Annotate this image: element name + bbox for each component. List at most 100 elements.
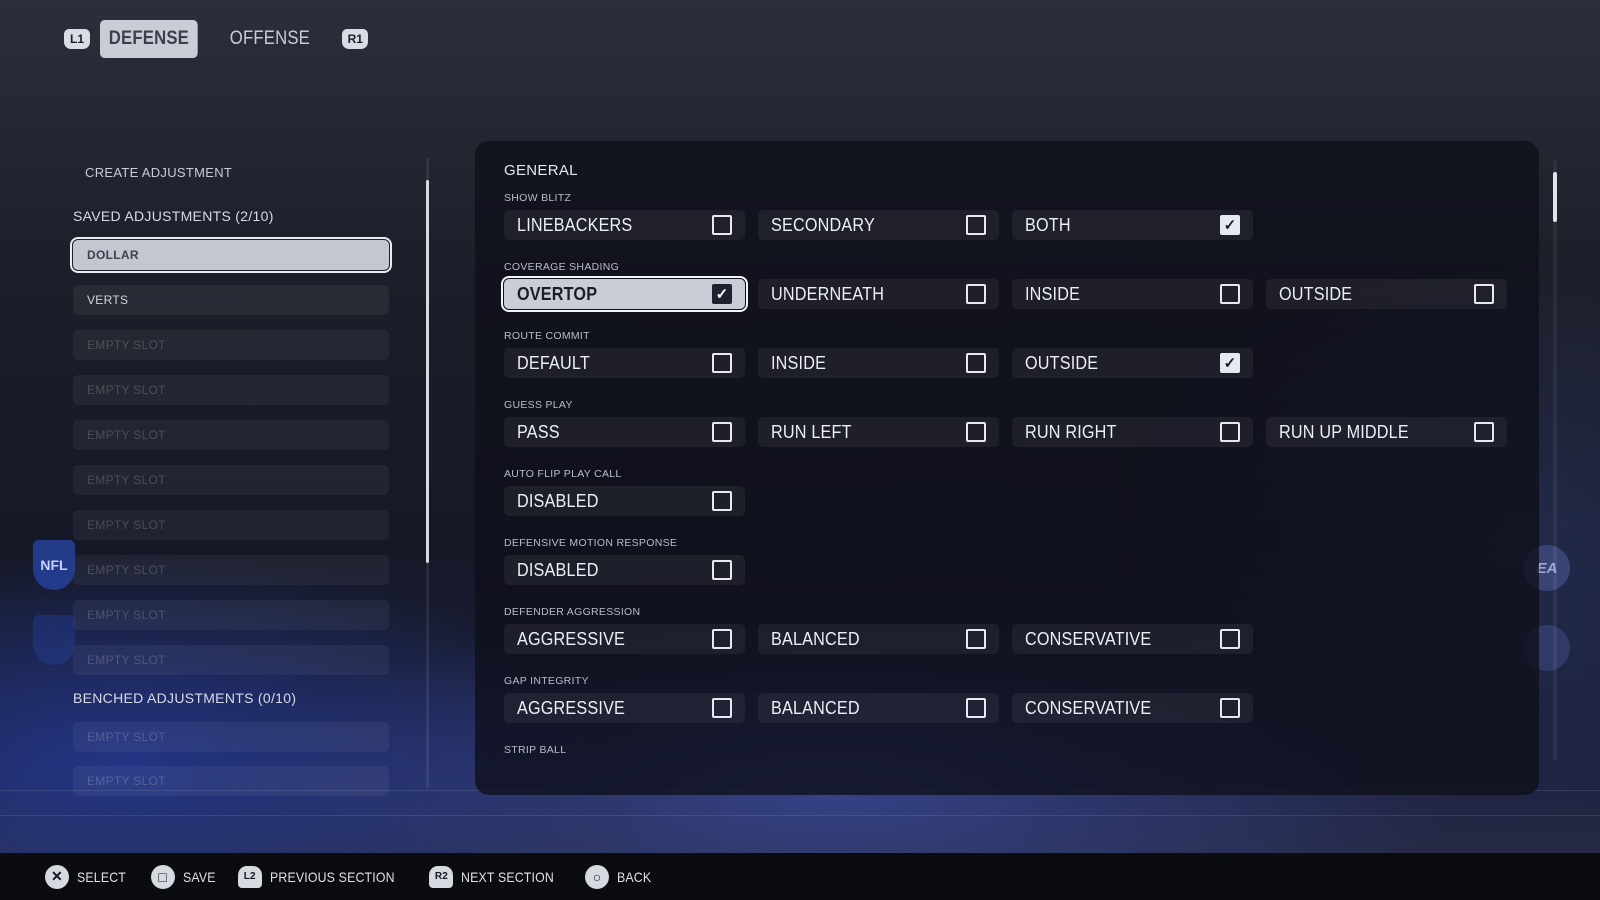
saved-slot-empty[interactable]: EMPTY SLOT [73, 510, 389, 540]
option-label: DISABLED [517, 490, 599, 511]
sidebar-scrollbar-thumb[interactable] [426, 180, 429, 563]
r2-trigger-icon: R2 [429, 865, 454, 888]
saved-slot-empty[interactable]: EMPTY SLOT [73, 645, 389, 675]
hint-label: SELECT [77, 868, 126, 885]
benched-slot-empty[interactable]: EMPTY SLOT [73, 722, 389, 752]
option-show-blitz-both[interactable]: BOTH ✓ [1012, 210, 1253, 240]
hint-label: NEXT SECTION [461, 868, 555, 885]
group-label-route-commit: ROUTE COMMIT [504, 330, 590, 342]
hint-next-section[interactable]: R2 NEXT SECTION [429, 865, 567, 888]
option-coverage-shading-outside[interactable]: OUTSIDE [1266, 279, 1507, 309]
option-label: RUN UP MIDDLE [1279, 421, 1409, 442]
checkbox-icon[interactable] [1220, 698, 1240, 718]
option-gap-integrity-balanced[interactable]: BALANCED [758, 693, 999, 723]
option-gap-integrity-conservative[interactable]: CONSERVATIVE [1012, 693, 1253, 723]
checkbox-icon[interactable] [966, 422, 986, 442]
checkbox-icon[interactable] [1220, 422, 1240, 442]
checkbox-icon[interactable] [966, 698, 986, 718]
hint-select[interactable]: ✕ SELECT [45, 864, 133, 889]
saved-slot-empty[interactable]: EMPTY SLOT [73, 330, 389, 360]
checkbox-icon[interactable] [1220, 629, 1240, 649]
option-defender-aggression-conservative[interactable]: CONSERVATIVE [1012, 624, 1253, 654]
group-label-strip-ball: STRIP BALL [504, 744, 567, 756]
checkbox-icon[interactable] [966, 629, 986, 649]
checkbox-icon[interactable] [712, 698, 732, 718]
option-show-blitz-secondary[interactable]: SECONDARY [758, 210, 999, 240]
checkbox-icon[interactable] [1474, 284, 1494, 304]
benched-slot-empty[interactable]: EMPTY SLOT [73, 766, 389, 796]
panel-scrollbar-thumb[interactable] [1553, 172, 1557, 222]
option-defensive-motion-response-disabled[interactable]: DISABLED [504, 555, 745, 585]
option-label: AGGRESSIVE [517, 697, 626, 718]
checkbox-icon[interactable] [712, 422, 732, 442]
group-label-gap-integrity: GAP INTEGRITY [504, 675, 589, 687]
option-guess-play-run-up-middle[interactable]: RUN UP MIDDLE [1266, 417, 1507, 447]
saved-slot-verts[interactable]: VERTS [73, 285, 389, 315]
option-guess-play-run-right[interactable]: RUN RIGHT [1012, 417, 1253, 447]
option-defender-aggression-aggressive[interactable]: AGGRESSIVE [504, 624, 745, 654]
group-label-coverage-shading: COVERAGE SHADING [504, 261, 620, 273]
checkbox-icon[interactable] [712, 215, 732, 235]
create-adjustment-button[interactable]: CREATE ADJUSTMENT [85, 165, 232, 180]
top-tab-bar: L1 DEFENSE OFFENSE R1 [64, 20, 369, 58]
hint-label: BACK [617, 868, 652, 885]
checkbox-icon[interactable] [712, 629, 732, 649]
nfl-logo-reflection [33, 615, 75, 665]
circle-button-icon: ○ [585, 864, 610, 889]
tab-defense[interactable]: DEFENSE [100, 20, 198, 58]
checkbox-icon[interactable] [966, 353, 986, 373]
hint-previous-section[interactable]: L2 PREVIOUS SECTION [237, 865, 412, 888]
option-route-commit-inside[interactable]: INSIDE [758, 348, 999, 378]
option-show-blitz-linebackers[interactable]: LINEBACKERS [504, 210, 745, 240]
adjustments-sidebar: CREATE ADJUSTMENT SAVED ADJUSTMENTS (2/1… [70, 155, 400, 800]
saved-adjustments-heading: SAVED ADJUSTMENTS (2/10) [73, 208, 274, 224]
option-label: DEFAULT [517, 352, 590, 373]
option-label: UNDERNEATH [771, 283, 885, 304]
saved-slot-empty[interactable]: EMPTY SLOT [73, 465, 389, 495]
option-guess-play-run-left[interactable]: RUN LEFT [758, 417, 999, 447]
checkbox-icon[interactable] [712, 353, 732, 373]
tab-offense[interactable]: OFFENSE [221, 20, 319, 58]
saved-slot-empty[interactable]: EMPTY SLOT [73, 420, 389, 450]
l1-bumper-icon[interactable]: L1 [64, 29, 90, 49]
checkbox-icon[interactable] [966, 284, 986, 304]
checkbox-checked-icon[interactable]: ✓ [712, 284, 732, 304]
option-route-commit-outside[interactable]: OUTSIDE ✓ [1012, 348, 1253, 378]
option-route-commit-default[interactable]: DEFAULT [504, 348, 745, 378]
benched-adjustments-heading: BENCHED ADJUSTMENTS (0/10) [73, 690, 297, 706]
hint-save[interactable]: □ SAVE [150, 864, 220, 889]
checkbox-checked-icon[interactable]: ✓ [1220, 215, 1240, 235]
saved-slot-empty[interactable]: EMPTY SLOT [73, 600, 389, 630]
option-defender-aggression-balanced[interactable]: BALANCED [758, 624, 999, 654]
checkbox-icon[interactable] [1220, 284, 1240, 304]
checkbox-icon[interactable] [712, 560, 732, 580]
adjustment-settings-panel: GENERAL SHOW BLITZ LINEBACKERS SECONDARY BO… [475, 141, 1539, 795]
option-label: BOTH [1025, 214, 1071, 235]
option-coverage-shading-overtop[interactable]: OVERTOP ✓ [501, 276, 748, 312]
group-label-show-blitz: SHOW BLITZ [504, 192, 572, 204]
button-hint-bar: ✕ SELECT □ SAVE L2 PREVIOUS SECTION R2 NEXT SEC… [0, 853, 1600, 900]
option-label: INSIDE [1025, 283, 1081, 304]
hint-back[interactable]: ○ BACK [585, 864, 656, 889]
hint-label: SAVE [182, 868, 216, 885]
option-guess-play-pass[interactable]: PASS [504, 417, 745, 447]
checkbox-checked-icon[interactable]: ✓ [1220, 353, 1240, 373]
saved-slot-dollar[interactable]: DOLLAR [70, 237, 392, 273]
l2-trigger-icon: L2 [237, 865, 262, 888]
checkbox-icon[interactable] [712, 491, 732, 511]
option-label: PASS [517, 421, 560, 442]
square-button-icon: □ [150, 864, 175, 889]
saved-slot-empty[interactable]: EMPTY SLOT [73, 375, 389, 405]
option-label: AGGRESSIVE [517, 628, 626, 649]
option-auto-flip-play-call-disabled[interactable]: DISABLED [504, 486, 745, 516]
option-coverage-shading-inside[interactable]: INSIDE [1012, 279, 1253, 309]
checkbox-icon[interactable] [966, 215, 986, 235]
checkbox-icon[interactable] [1474, 422, 1494, 442]
panel-scrollbar-track[interactable] [1553, 160, 1557, 760]
r1-bumper-icon[interactable]: R1 [342, 29, 369, 49]
option-label: CONSERVATIVE [1025, 628, 1152, 649]
option-gap-integrity-aggressive[interactable]: AGGRESSIVE [504, 693, 745, 723]
option-coverage-shading-underneath[interactable]: UNDERNEATH [758, 279, 999, 309]
saved-slot-empty[interactable]: EMPTY SLOT [73, 555, 389, 585]
group-label-defender-aggression: DEFENDER AGGRESSION [504, 606, 641, 618]
